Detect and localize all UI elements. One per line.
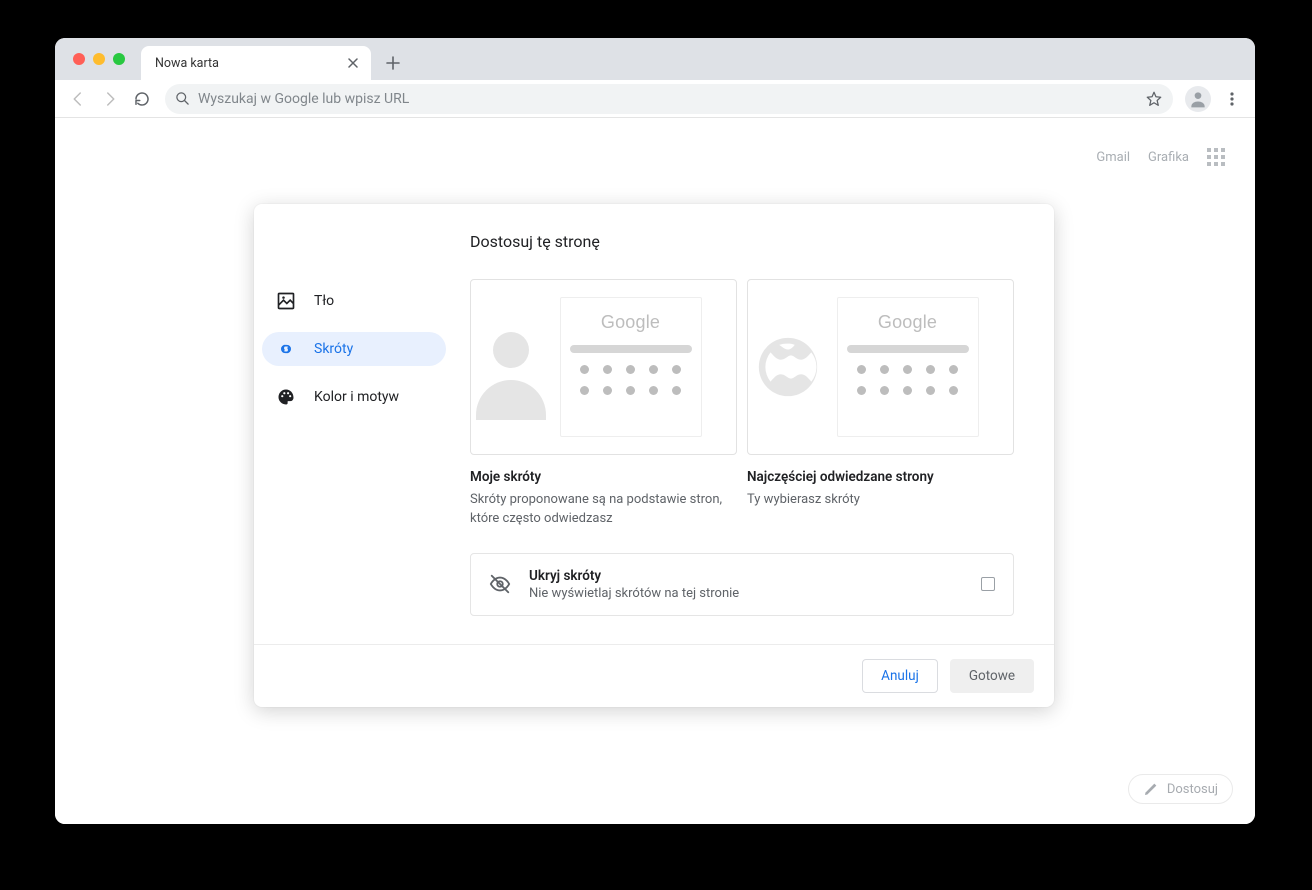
nav-label: Tło: [314, 293, 334, 309]
close-window-button[interactable]: [73, 53, 85, 65]
nav-label: Skróty: [314, 341, 353, 357]
browser-window: Nowa karta Wyszukaj w Google lub wpisz U…: [55, 38, 1255, 824]
globe-icon: [753, 332, 823, 402]
nav-item-background[interactable]: Tło: [262, 284, 446, 318]
new-tab-button[interactable]: [379, 49, 407, 77]
reload-button[interactable]: [127, 84, 157, 114]
dialog-main: Dostosuj tę stronę Google: [454, 204, 1054, 644]
hide-title: Ukryj skróty: [529, 568, 963, 584]
tab-new-tab[interactable]: Nowa karta: [141, 46, 371, 80]
window-controls: [63, 38, 135, 80]
nav-item-theme[interactable]: Kolor i motyw: [262, 380, 446, 414]
bookmark-star-icon[interactable]: [1145, 90, 1163, 108]
google-logo: Google: [878, 312, 937, 333]
option-most-visited: Google Najczęściej odwiedzane strony Ty …: [747, 279, 1014, 529]
dialog-footer: Anuluj Gotowe: [254, 644, 1054, 707]
mini-preview: Google: [837, 297, 979, 437]
address-bar[interactable]: Wyszukaj w Google lub wpisz URL: [165, 84, 1173, 114]
dialog-title: Dostosuj tę stronę: [470, 232, 1014, 251]
done-button[interactable]: Gotowe: [950, 659, 1034, 693]
chrome-menu-button[interactable]: [1217, 84, 1247, 114]
customize-dialog: Tło Skróty Kolor i motyw: [254, 204, 1054, 707]
minimize-window-button[interactable]: [93, 53, 105, 65]
google-logo: Google: [601, 312, 660, 333]
image-icon: [276, 291, 296, 311]
forward-button[interactable]: [95, 84, 125, 114]
hide-shortcuts-row: Ukryj skróty Nie wyświetlaj skrótów na t…: [470, 553, 1014, 616]
visibility-off-icon: [489, 573, 511, 595]
hide-shortcuts-checkbox[interactable]: [981, 577, 995, 591]
option-most-visited-thumb[interactable]: Google: [747, 279, 1014, 455]
option-title: Moje skróty: [470, 469, 737, 485]
dialog-sidebar: Tło Skróty Kolor i motyw: [254, 204, 454, 644]
address-bar-placeholder: Wyszukaj w Google lub wpisz URL: [198, 91, 1137, 107]
link-icon: [276, 339, 296, 359]
ntp-content: Gmail Grafika Dostosuj: [55, 118, 1255, 824]
option-my-shortcuts-thumb[interactable]: Google: [470, 279, 737, 455]
back-button[interactable]: [63, 84, 93, 114]
nav-item-shortcuts[interactable]: Skróty: [262, 332, 446, 366]
tab-title: Nowa karta: [155, 56, 219, 71]
nav-label: Kolor i motyw: [314, 389, 399, 405]
dialog-backdrop: Tło Skróty Kolor i motyw: [55, 118, 1255, 824]
maximize-window-button[interactable]: [113, 53, 125, 65]
close-tab-button[interactable]: [345, 55, 361, 71]
done-label: Gotowe: [969, 668, 1015, 684]
search-icon: [175, 91, 190, 106]
profile-button[interactable]: [1185, 86, 1211, 112]
option-my-shortcuts: Google Moje skróty Skróty proponowane są…: [470, 279, 737, 529]
option-title: Najczęściej odwiedzane strony: [747, 469, 1014, 485]
option-desc: Ty wybierasz skróty: [747, 491, 1014, 510]
cancel-label: Anuluj: [881, 668, 919, 684]
mini-preview: Google: [560, 297, 702, 437]
palette-icon: [276, 387, 296, 407]
toolbar: Wyszukaj w Google lub wpisz URL: [55, 80, 1255, 118]
cancel-button[interactable]: Anuluj: [862, 659, 938, 693]
tabstrip: Nowa karta: [55, 38, 1255, 80]
option-desc: Skróty proponowane są na podstawie stron…: [470, 491, 737, 529]
person-icon: [476, 332, 546, 402]
hide-desc: Nie wyświetlaj skrótów na tej stronie: [529, 586, 963, 601]
